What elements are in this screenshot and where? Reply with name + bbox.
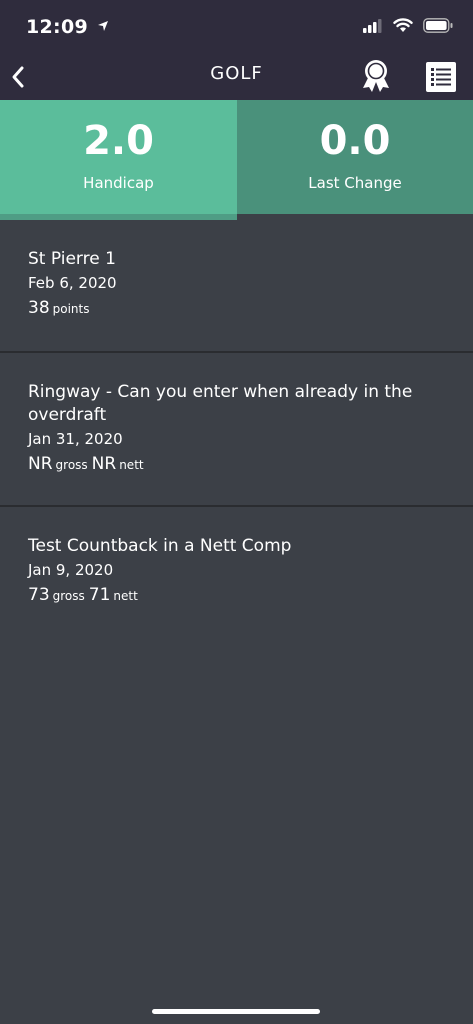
round-date: Jan 9, 2020 xyxy=(28,561,114,579)
nett-score-value: NR xyxy=(91,454,117,474)
score-value: 38 xyxy=(28,298,50,318)
gross-score-value: 73 xyxy=(28,585,50,605)
round-score: NR gross NR nett xyxy=(28,452,445,477)
round-title: Test Countback in a Nett Comp xyxy=(28,536,292,556)
cellular-signal-icon xyxy=(363,18,382,33)
nav-bar: GOLF xyxy=(0,56,473,100)
gross-unit: gross xyxy=(52,589,85,603)
round-date: Jan 31, 2020 xyxy=(28,430,123,448)
round-item-st-pierre[interactable]: St Pierre 1 Feb 6, 2020 38 points xyxy=(0,220,473,353)
rounds-list: St Pierre 1 Feb 6, 2020 38 points Ringway… xyxy=(0,220,473,627)
last-change-stat[interactable]: 0.0 Last Change xyxy=(237,100,473,214)
round-date: Feb 6, 2020 xyxy=(28,274,117,292)
list-button[interactable] xyxy=(426,62,456,92)
last-change-label: Last Change xyxy=(308,174,402,192)
status-time: 12:09 xyxy=(26,16,109,38)
round-title: Ringway - Can you enter when already in … xyxy=(28,382,413,425)
last-change-value: 0.0 xyxy=(319,118,391,164)
nett-unit: nett xyxy=(113,589,138,603)
round-item-test-countback[interactable]: Test Countback in a Nett Comp Jan 9, 202… xyxy=(0,507,473,627)
nett-score-value: 71 xyxy=(88,585,111,605)
round-item-ringway[interactable]: Ringway - Can you enter when already in … xyxy=(0,353,473,507)
nett-unit: nett xyxy=(119,458,144,472)
list-icon xyxy=(426,62,456,92)
gross-score-value: NR xyxy=(28,454,53,474)
wifi-icon xyxy=(393,18,413,32)
handicap-value: 2.0 xyxy=(83,118,154,164)
status-bar: 12:09 xyxy=(0,0,473,56)
round-score: 73 gross 71 nett xyxy=(28,583,445,608)
round-score: 38 points xyxy=(28,296,445,321)
score-unit: points xyxy=(52,302,90,316)
page-title: GOLF xyxy=(210,63,263,84)
battery-icon xyxy=(423,18,453,33)
award-ribbon-icon xyxy=(363,60,389,92)
award-button[interactable] xyxy=(360,56,392,96)
handicap-stat[interactable]: 2.0 Handicap xyxy=(0,100,237,220)
status-time-text: 12:09 xyxy=(26,16,88,38)
status-icons xyxy=(363,18,453,33)
location-arrow-icon xyxy=(97,21,108,31)
round-title: St Pierre 1 xyxy=(28,249,116,269)
home-indicator[interactable] xyxy=(152,1009,320,1014)
handicap-label: Handicap xyxy=(83,174,154,192)
gross-unit: gross xyxy=(55,458,88,472)
